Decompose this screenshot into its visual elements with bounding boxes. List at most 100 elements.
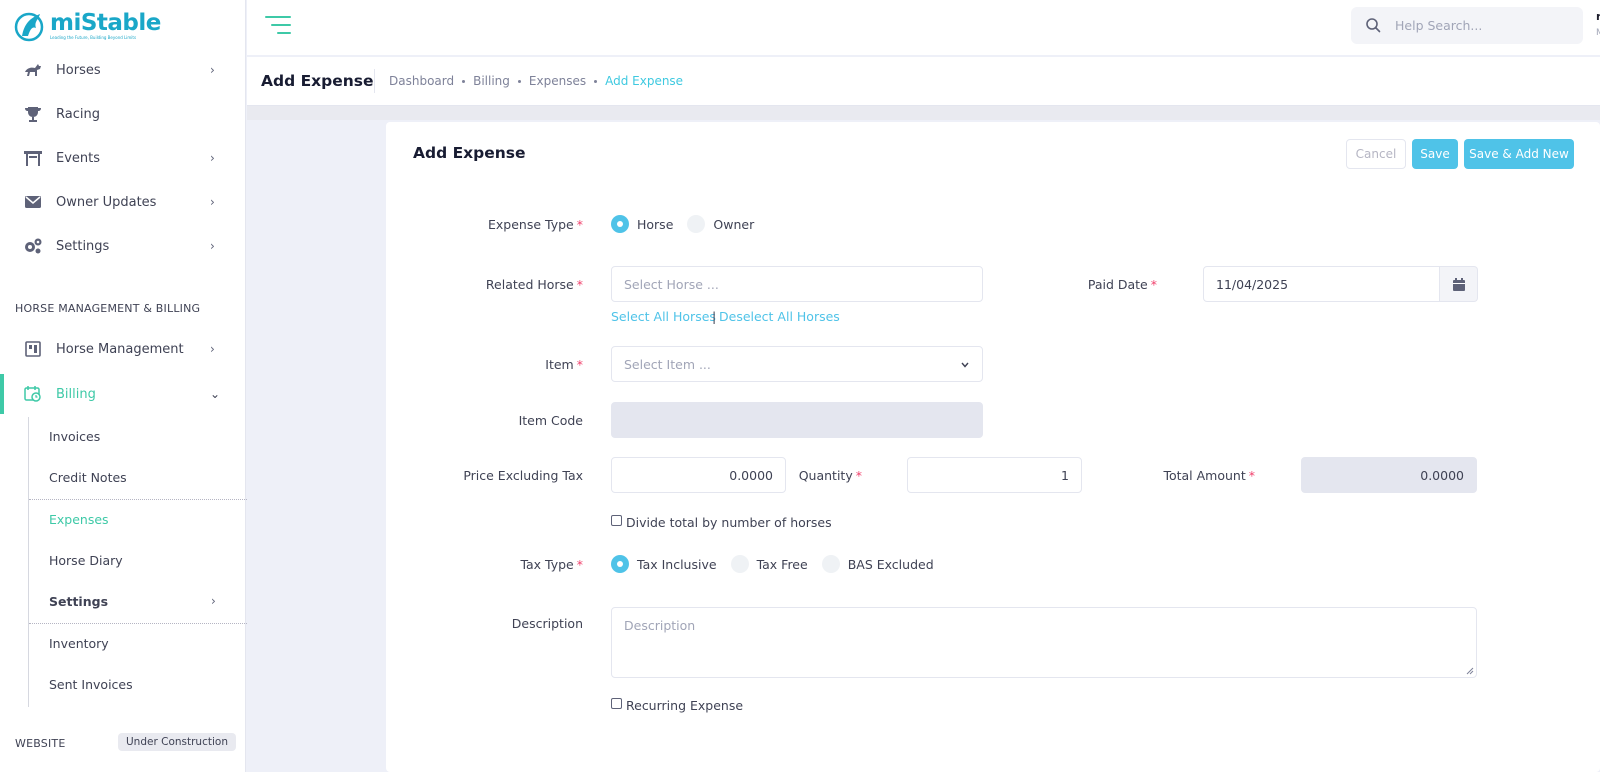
item-select[interactable]: Select Item ... (611, 346, 983, 382)
sidebar-item-racing[interactable]: Racing (0, 94, 246, 134)
description-label: Description (511, 616, 583, 631)
page-background (247, 106, 1600, 120)
recurring-expense-checkbox[interactable] (611, 698, 622, 709)
description-textarea[interactable]: Description (611, 607, 1477, 678)
expense-type-radio-group: Horse Owner (611, 215, 768, 233)
save-and-add-new-button[interactable]: Save & Add New (1464, 139, 1574, 169)
chevron-right-icon: › (210, 63, 215, 77)
breadcrumb-separator (594, 79, 598, 83)
item-label: Item * (545, 357, 583, 372)
submenu-item-expenses[interactable]: Expenses (49, 512, 109, 527)
submenu-item-credit-notes[interactable]: Credit Notes (49, 470, 127, 485)
total-amount-label: Total Amount * (1163, 468, 1255, 483)
submenu-divider (29, 623, 247, 624)
trophy-icon (22, 104, 44, 124)
section-title-website: WEBSITE (15, 737, 66, 750)
item-code-field (611, 402, 983, 438)
menu-toggle-icon[interactable] (265, 16, 291, 34)
chevron-down-icon (961, 362, 969, 368)
submenu-item-inventory[interactable]: Inventory (49, 636, 109, 651)
radio-bas-excluded[interactable] (821, 555, 840, 573)
resize-handle-icon[interactable] (1464, 665, 1474, 675)
sidebar-item-settings[interactable]: Settings › (0, 226, 246, 266)
sidebar-item-owner-updates[interactable]: Owner Updates › (0, 182, 246, 222)
chevron-down-icon: ⌄ (210, 387, 221, 401)
sidebar: miStable Leading the Future, Building Be… (0, 0, 247, 772)
page-title: Add Expense (261, 72, 374, 90)
submenu-item-sent-invoices[interactable]: Sent Invoices (49, 677, 133, 692)
deselect-all-horses-link[interactable]: Deselect All Horses (719, 309, 840, 324)
submenu-item-invoices[interactable]: Invoices (49, 429, 100, 444)
divider (374, 69, 375, 93)
section-title-management: HORSE MANAGEMENT & BILLING (15, 302, 201, 315)
search-input[interactable]: Help Search... (1351, 7, 1583, 44)
radio-label-tax-free: Tax Free (756, 556, 808, 572)
horse-logo-icon (14, 12, 44, 42)
breadcrumb-separator (517, 79, 521, 83)
submenu-item-horse-diary[interactable]: Horse Diary (49, 553, 123, 568)
calendar-icon (1452, 277, 1465, 291)
sidebar-item-billing[interactable]: Billing ⌄ (0, 374, 246, 414)
envelope-icon (22, 192, 44, 212)
breadcrumb-billing[interactable]: Billing (473, 74, 510, 88)
divide-total-checkbox[interactable] (611, 515, 622, 526)
radio-label-owner: Owner (713, 216, 755, 232)
save-button[interactable]: Save (1412, 139, 1458, 169)
breadcrumb: Dashboard Billing Expenses Add Expense (389, 74, 683, 88)
submenu-item-settings[interactable]: Settings (49, 594, 108, 609)
sidebar-item-horse-management[interactable]: Horse Management › (0, 329, 246, 369)
radio-horse[interactable] (611, 215, 629, 233)
radio-label-horse: Horse (637, 216, 674, 232)
price-excluding-tax-field[interactable]: 0.0000 (611, 457, 786, 493)
tax-type-label: Tax Type * (520, 557, 583, 572)
tax-type-radio-group: Tax Inclusive Tax Free BAS Excluded (611, 555, 948, 573)
top-bar: Help Search... r M (247, 0, 1600, 56)
submenu-divider (29, 499, 247, 500)
description-placeholder: Description (624, 618, 696, 633)
sidebar-item-label: Racing (56, 106, 100, 122)
breadcrumb-current: Add Expense (605, 74, 684, 88)
sidebar-item-horses[interactable]: Horses › (0, 50, 246, 90)
paid-date-field[interactable]: 11/04/2025 (1203, 266, 1440, 302)
sidebar-item-label: Horse Management (56, 341, 184, 357)
radio-tax-inclusive[interactable] (611, 555, 629, 573)
sidebar-item-events[interactable]: Events › (0, 138, 246, 178)
recurring-expense-label: Recurring Expense (626, 698, 744, 713)
add-expense-card: Add Expense Cancel Save Save & Add New E… (386, 122, 1600, 772)
divide-total-label: Divide total by number of horses (626, 515, 832, 530)
radio-tax-free[interactable] (730, 555, 749, 573)
item-select-placeholder: Select Item ... (624, 356, 711, 372)
quantity-field[interactable]: 1 (907, 457, 1082, 493)
page-subheader: Add Expense Dashboard Billing Expenses A… (247, 57, 1600, 106)
chevron-right-icon: › (210, 151, 215, 165)
billing-submenu: Invoices Credit Notes Expenses Horse Dia… (28, 417, 247, 707)
paid-date-label: Paid Date * (1087, 277, 1157, 292)
horse-icon (22, 60, 44, 80)
quantity-label: Quantity * (798, 468, 862, 483)
radio-owner[interactable] (687, 215, 706, 233)
chevron-right-icon: › (210, 195, 215, 209)
sidebar-item-label: Owner Updates (56, 194, 157, 210)
user-subtitle: M (1596, 28, 1600, 38)
chevron-right-icon: › (210, 239, 215, 253)
logo-name: miStable (50, 10, 161, 36)
cancel-button[interactable]: Cancel (1346, 139, 1406, 169)
user-name[interactable]: r (1596, 10, 1600, 23)
gears-icon (22, 236, 44, 256)
select-all-horses-link[interactable]: Select All Horses (611, 309, 716, 324)
billing-icon (22, 384, 44, 404)
chevron-right-icon: › (210, 342, 215, 356)
calendar-button[interactable] (1440, 266, 1478, 302)
sidebar-item-label: Horses (56, 62, 101, 78)
card-title: Add Expense (413, 144, 526, 162)
total-amount-field: 0.0000 (1301, 457, 1477, 493)
sidebar-item-label: Settings (56, 238, 110, 254)
breadcrumb-expenses[interactable]: Expenses (529, 74, 586, 88)
logo[interactable]: miStable Leading the Future, Building Be… (14, 10, 161, 42)
related-horse-label: Related Horse * (485, 277, 583, 292)
related-horse-select[interactable]: Select Horse ... (611, 266, 983, 302)
sidebar-item-label: Events (56, 150, 101, 166)
breadcrumb-separator (462, 79, 466, 83)
breadcrumb-dashboard[interactable]: Dashboard (389, 74, 454, 88)
expense-type-label: Expense Type * (488, 217, 583, 232)
